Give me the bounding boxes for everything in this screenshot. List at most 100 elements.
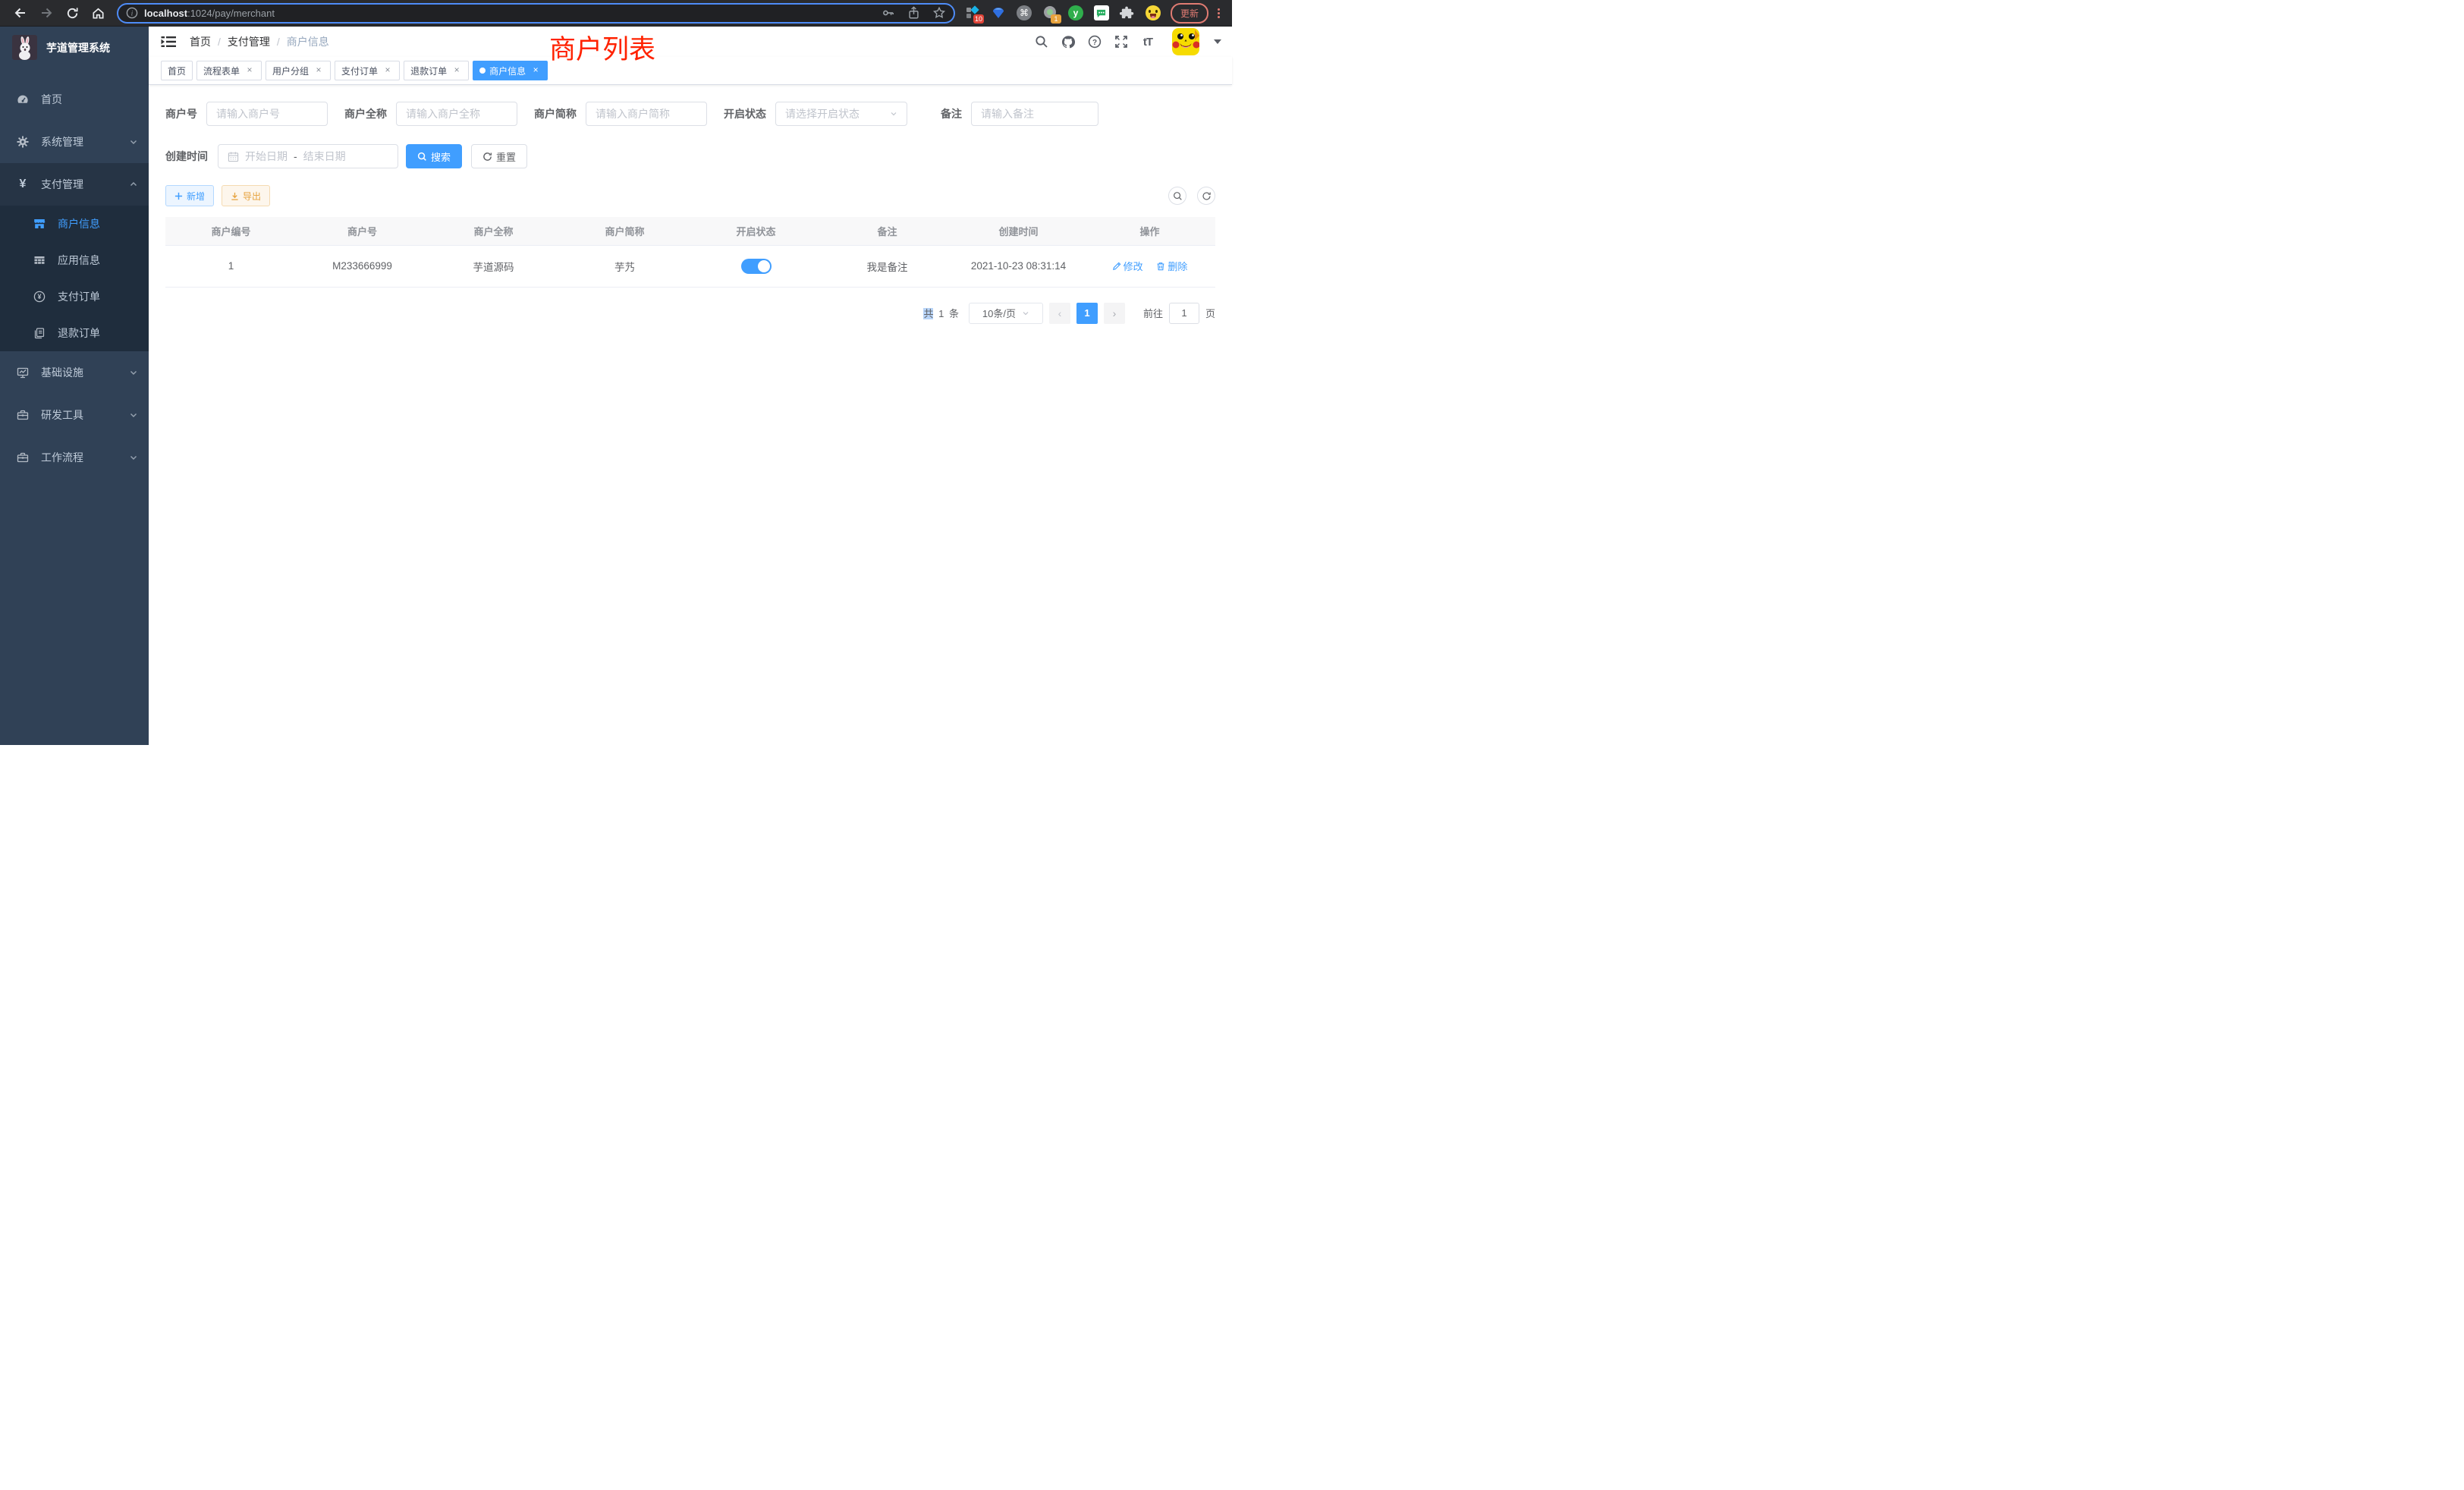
sidebar-item-refund-order[interactable]: 退款订单 (0, 315, 149, 351)
close-icon[interactable] (313, 65, 324, 76)
extension-blue-diamond-icon[interactable]: 10 (964, 5, 981, 21)
status-toggle-on[interactable] (741, 259, 772, 274)
extension-emoji-icon[interactable] (1145, 5, 1161, 21)
page-1-button[interactable]: 1 (1076, 303, 1098, 324)
close-icon[interactable] (244, 65, 255, 76)
github-link[interactable] (1061, 35, 1075, 49)
remark-input[interactable]: 请输入备注 (971, 102, 1098, 126)
search-icon (1173, 191, 1183, 201)
sidebar-item-app-info[interactable]: 应用信息 (0, 242, 149, 278)
short-name-input[interactable]: 请输入商户简称 (586, 102, 707, 126)
page-size-value: 10条/页 (982, 306, 1016, 320)
chevron-up-icon (129, 180, 138, 189)
emoji-glyph (1146, 5, 1161, 20)
briefcase-icon (17, 451, 29, 464)
close-icon[interactable] (382, 65, 393, 76)
browser-reload-button[interactable] (59, 2, 85, 24)
breadcrumb-separator: / (277, 36, 280, 48)
edit-link[interactable]: 修改 (1112, 259, 1143, 273)
grid-icon (33, 254, 46, 266)
sidebar-item-home[interactable]: 首页 (0, 78, 149, 121)
sidebar-item-infra[interactable]: 基础设施 (0, 351, 149, 394)
calendar-icon (228, 151, 239, 162)
cell-full-name: 芋道源码 (428, 245, 559, 287)
close-icon[interactable] (451, 65, 462, 76)
trash-icon (1156, 262, 1165, 271)
extension-y-icon[interactable]: y (1067, 5, 1084, 21)
export-button[interactable]: 导出 (222, 185, 270, 206)
show-search-toggle-button[interactable] (1168, 187, 1186, 205)
refresh-table-button[interactable] (1197, 187, 1215, 205)
bookmark-star-icon[interactable] (932, 6, 946, 20)
page-size-select[interactable]: 10条/页 (969, 303, 1043, 324)
sidebar-item-merchant-info[interactable]: 商户信息 (0, 206, 149, 242)
extension-command-icon[interactable]: ⌘ (1016, 5, 1032, 21)
merchant-no-input[interactable]: 请输入商户号 (206, 102, 328, 126)
cell-merchant-no: M233666999 (297, 245, 428, 287)
extension-badge: 1 (1051, 14, 1061, 24)
fullscreen-button[interactable] (1114, 35, 1128, 49)
tab-home[interactable]: 首页 (161, 61, 193, 80)
header-search-button[interactable] (1035, 35, 1048, 49)
tab-refund-order[interactable]: 退款订单 (404, 61, 469, 80)
share-icon[interactable] (907, 6, 920, 20)
avatar-caret-icon[interactable] (1214, 39, 1221, 44)
app-logo[interactable]: 芋道管理系统 (0, 27, 149, 68)
chevron-down-icon (129, 368, 138, 377)
site-info-icon[interactable]: i (126, 7, 138, 19)
search-icon (417, 152, 427, 162)
browser-home-button[interactable] (85, 2, 111, 24)
chat-glyph (1094, 5, 1109, 20)
browser-menu-button[interactable] (1213, 8, 1224, 18)
remark-label: 备注 (941, 106, 962, 121)
breadcrumb-pay[interactable]: 支付管理 (228, 34, 270, 49)
browser-back-button[interactable] (8, 2, 33, 24)
reset-button[interactable]: 重置 (471, 144, 527, 168)
pagination-total: 共 1 条 (923, 306, 961, 320)
sidebar-item-pay-order[interactable]: ¥ 支付订单 (0, 278, 149, 315)
sidebar-item-label: 支付订单 (58, 289, 100, 304)
sidebar-item-pay[interactable]: ¥ 支付管理 (0, 163, 149, 206)
delete-link[interactable]: 删除 (1156, 259, 1187, 273)
total-prefix: 共 (923, 308, 933, 319)
help-button[interactable]: ? (1088, 35, 1102, 49)
date-range-picker[interactable]: 开始日期 - 结束日期 (218, 144, 398, 168)
status-select[interactable]: 请选择开启状态 (775, 102, 907, 126)
app-title: 芋道管理系统 (46, 40, 110, 55)
next-page-button[interactable]: › (1104, 303, 1125, 324)
tab-process-form[interactable]: 流程表单 (196, 61, 262, 80)
close-icon[interactable] (530, 65, 541, 76)
goto-page-input[interactable] (1169, 303, 1199, 324)
paraglider-glyph (991, 5, 1006, 20)
extension-chat-icon[interactable] (1093, 5, 1110, 21)
extension-gray-circle-icon[interactable]: 1 (1042, 5, 1058, 21)
sidebar-collapse-button[interactable] (161, 34, 176, 49)
browser-forward-button[interactable] (33, 2, 59, 24)
address-bar[interactable]: i localhost:1024/pay/merchant (117, 3, 955, 24)
breadcrumb-home[interactable]: 首页 (190, 34, 211, 49)
sidebar-item-dev-tools[interactable]: 研发工具 (0, 394, 149, 436)
sidebar-item-label: 首页 (41, 92, 138, 107)
browser-update-button[interactable]: 更新 (1171, 3, 1208, 24)
full-name-input[interactable]: 请输入商户全称 (396, 102, 517, 126)
export-button-label: 导出 (243, 190, 261, 203)
rabbit-logo-icon (12, 35, 37, 60)
url-path: :1024/pay/merchant (187, 8, 275, 19)
add-button[interactable]: 新增 (165, 185, 214, 206)
sidebar-item-system[interactable]: 系统管理 (0, 121, 149, 163)
tab-pay-order[interactable]: 支付订单 (335, 61, 400, 80)
extensions-cluster: 10 ⌘ 1 y (964, 5, 1161, 21)
sidebar-item-workflow[interactable]: 工作流程 (0, 436, 149, 479)
cell-short-name: 芋艿 (559, 245, 690, 287)
search-button-label: 搜索 (431, 149, 451, 164)
extension-paraglider-icon[interactable] (990, 5, 1007, 21)
cell-status (690, 245, 822, 287)
prev-page-button[interactable]: ‹ (1049, 303, 1070, 324)
tab-user-group[interactable]: 用户分组 (266, 61, 331, 80)
tab-merchant-info[interactable]: 商户信息 (473, 61, 548, 80)
font-size-button[interactable]: tT (1141, 35, 1155, 49)
user-avatar[interactable] (1172, 28, 1199, 55)
extensions-puzzle-icon[interactable] (1119, 5, 1136, 21)
password-key-icon[interactable] (882, 6, 895, 20)
search-button[interactable]: 搜索 (406, 144, 462, 168)
